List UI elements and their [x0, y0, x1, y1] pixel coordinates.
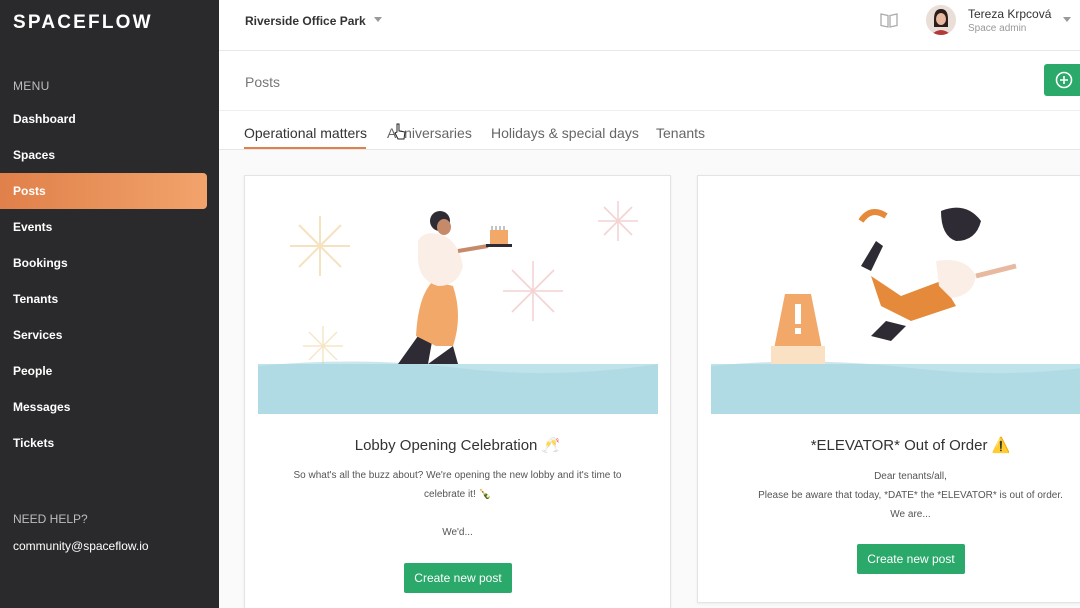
- plus-circle-icon: [1055, 71, 1073, 89]
- user-role: Space admin: [968, 23, 1027, 34]
- user-name[interactable]: Tereza Krpcová: [968, 7, 1051, 21]
- book-icon[interactable]: [880, 12, 898, 28]
- page-header: Posts: [219, 51, 1080, 111]
- tab-operational-matters[interactable]: Operational matters: [244, 125, 367, 141]
- create-new-post-button[interactable]: Create new post: [404, 563, 512, 593]
- page-title: Posts: [245, 74, 281, 90]
- avatar[interactable]: [926, 5, 956, 35]
- location-selector[interactable]: Riverside Office Park: [245, 14, 366, 28]
- pointer-cursor-icon: [394, 123, 406, 140]
- post-excerpt-line: We are...: [890, 509, 931, 520]
- tab-bar: Operational matters Anniversaries Holida…: [219, 111, 1080, 150]
- sidebar-item-tenants[interactable]: Tenants: [0, 281, 219, 317]
- post-card[interactable]: *ELEVATOR* Out of Order ⚠️ Dear tenants/…: [697, 175, 1080, 603]
- brand-logo[interactable]: SPACEFLOW: [13, 12, 153, 34]
- post-excerpt-line: Please be aware that today, *DATE* the *…: [758, 490, 1063, 501]
- sidebar-item-posts[interactable]: Posts: [0, 173, 207, 209]
- elevator-out-of-order-illustration: [711, 186, 1080, 414]
- tab-tenants[interactable]: Tenants: [656, 125, 705, 141]
- chevron-down-icon[interactable]: [374, 17, 382, 22]
- help-email-link[interactable]: community@spaceflow.io: [13, 539, 149, 553]
- sidebar-item-people[interactable]: People: [0, 353, 219, 389]
- post-excerpt-line: Dear tenants/all,: [874, 471, 947, 482]
- sidebar-nav: Dashboard Spaces Posts Events Bookings T…: [0, 101, 219, 461]
- sidebar-item-events[interactable]: Events: [0, 209, 219, 245]
- active-tab-indicator: [244, 147, 366, 149]
- chevron-down-icon[interactable]: [1063, 17, 1071, 22]
- post-excerpt-line: celebrate it! 🍾: [424, 489, 491, 500]
- post-excerpt-line: We'd...: [442, 527, 473, 538]
- post-title: *ELEVATOR* Out of Order ⚠️: [810, 437, 1011, 454]
- tab-holidays[interactable]: Holidays & special days: [491, 125, 639, 141]
- menu-title: MENU: [13, 79, 50, 93]
- celebration-illustration: [258, 186, 658, 414]
- topbar: Riverside Office Park Tereza Krpcová Spa…: [219, 0, 1080, 51]
- create-new-post-button[interactable]: Create new post: [857, 544, 965, 574]
- help-title: NEED HELP?: [13, 512, 88, 526]
- post-title: Lobby Opening Celebration 🥂: [354, 437, 561, 454]
- sidebar-item-tickets[interactable]: Tickets: [0, 425, 219, 461]
- posts-grid: Lobby Opening Celebration 🥂 So what's al…: [219, 150, 1080, 608]
- sidebar-item-bookings[interactable]: Bookings: [0, 245, 219, 281]
- sidebar: SPACEFLOW MENU Dashboard Spaces Posts Ev…: [0, 0, 219, 608]
- sidebar-item-services[interactable]: Services: [0, 317, 219, 353]
- post-excerpt-line: So what's all the buzz about? We're open…: [293, 470, 622, 481]
- add-post-button[interactable]: [1044, 64, 1080, 96]
- sidebar-item-messages[interactable]: Messages: [0, 389, 219, 425]
- post-card[interactable]: Lobby Opening Celebration 🥂 So what's al…: [244, 175, 671, 608]
- sidebar-item-dashboard[interactable]: Dashboard: [0, 101, 219, 137]
- sidebar-item-spaces[interactable]: Spaces: [0, 137, 219, 173]
